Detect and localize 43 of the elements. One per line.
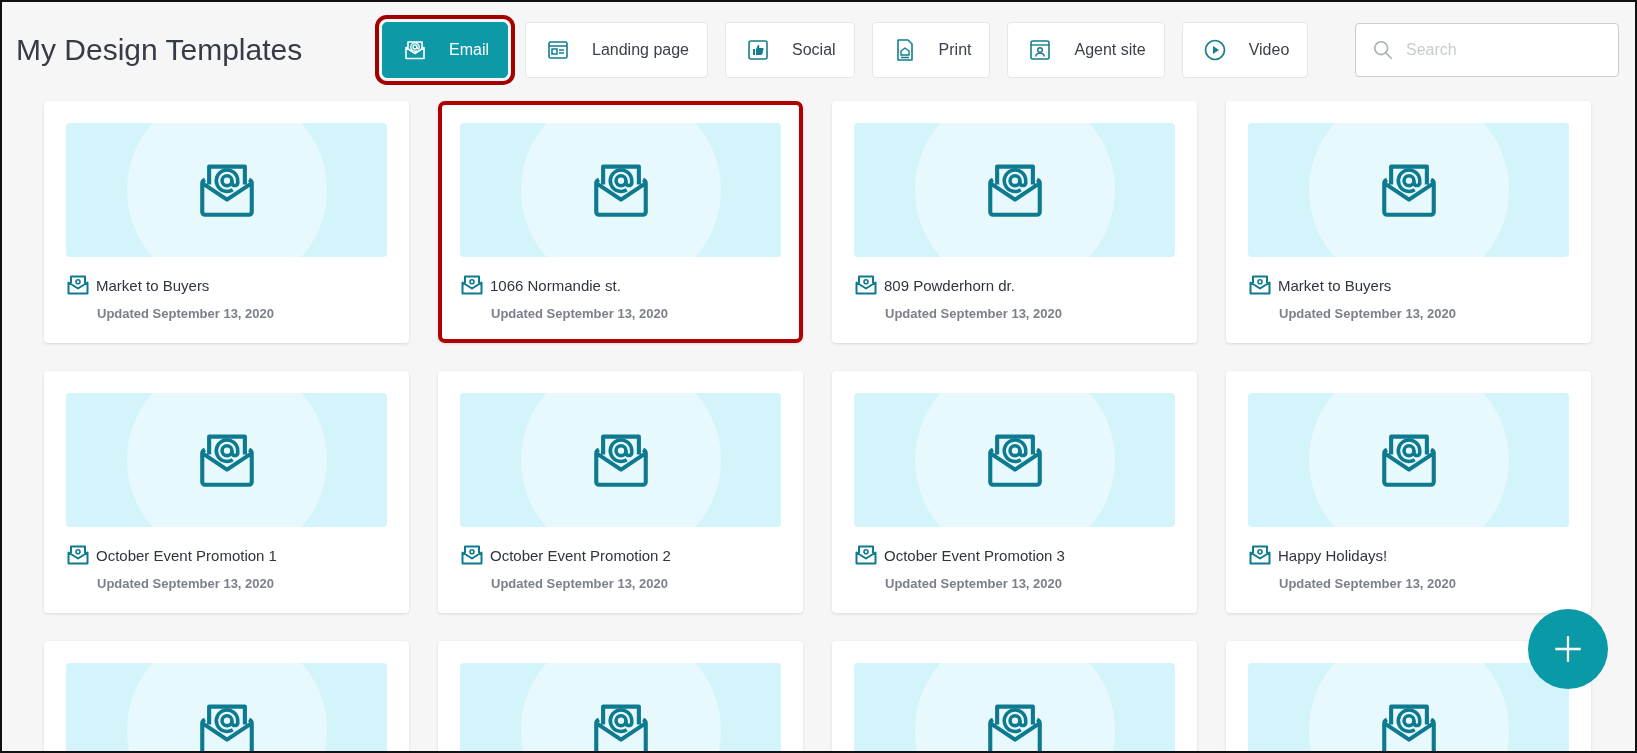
updated-date: Updated September 13, 2020 bbox=[1279, 306, 1458, 321]
profile-card-icon bbox=[1028, 38, 1053, 62]
email-icon bbox=[66, 273, 90, 297]
template-card[interactable]: Market to Buyers Updated September 13, 2020 bbox=[44, 101, 409, 343]
template-card[interactable]: 1066 Normandie st. Updated September 13, 2020 bbox=[438, 101, 803, 343]
category-tab[interactable]: Video bbox=[1181, 22, 1309, 78]
category-tab[interactable]: Print bbox=[871, 22, 991, 78]
email-icon bbox=[854, 273, 878, 297]
email-icon bbox=[854, 543, 878, 567]
template-card[interactable]: October Event Promotion 1 Updated September 13, 2020 bbox=[44, 371, 409, 613]
template-card[interactable]: Market to Buyers Updated September 13, 2020 bbox=[1226, 101, 1591, 343]
template-name: Market to Buyers bbox=[1278, 276, 1392, 294]
category-tab[interactable]: Agent site bbox=[1007, 22, 1165, 78]
webpage-icon bbox=[546, 38, 570, 62]
play-icon bbox=[1202, 38, 1227, 62]
updated-date: Updated September 13, 2020 bbox=[885, 306, 1064, 321]
category-tab[interactable]: Landing page bbox=[525, 22, 708, 78]
updated-date: Updated September 13, 2020 bbox=[885, 576, 1064, 591]
thumbs-up-icon bbox=[746, 38, 770, 62]
template-name: October Event Promotion 1 bbox=[96, 546, 277, 564]
template-name: Market to Buyers bbox=[96, 276, 210, 294]
email-icon bbox=[403, 38, 427, 62]
template-name: 809 Powderhorn dr. bbox=[884, 276, 1015, 294]
template-name: October Event Promotion 3 bbox=[884, 546, 1065, 564]
updated-date: Updated September 13, 2020 bbox=[97, 306, 276, 321]
email-icon bbox=[66, 543, 90, 567]
template-card[interactable]: 809 Powderhorn dr. Updated September 13, 2020 bbox=[832, 101, 1197, 343]
updated-date: Updated September 13, 2020 bbox=[491, 306, 670, 321]
template-card[interactable]: October Event Promotion 3 Updated September 13, 2020 bbox=[832, 371, 1197, 613]
template-name: October Event Promotion 2 bbox=[490, 546, 671, 564]
email-icon bbox=[1248, 543, 1272, 567]
template-name: 1066 Normandie st. bbox=[490, 276, 621, 294]
email-icon bbox=[460, 543, 484, 567]
updated-date: Updated September 13, 2020 bbox=[1279, 576, 1458, 591]
updated-date: Updated September 13, 2020 bbox=[491, 576, 670, 591]
email-icon bbox=[460, 273, 484, 297]
template-card[interactable]: Happy Holidays! Updated September 13, 2020 bbox=[1226, 371, 1591, 613]
email-icon bbox=[1248, 273, 1272, 297]
category-tab[interactable]: Social bbox=[725, 22, 855, 78]
page-title: My Design Templates bbox=[16, 33, 304, 67]
template-name: Happy Holidays! bbox=[1278, 546, 1388, 564]
updated-date: Updated September 13, 2020 bbox=[97, 576, 276, 591]
template-card[interactable]: October Event Promotion 2 Updated September 13, 2020 bbox=[438, 371, 803, 613]
